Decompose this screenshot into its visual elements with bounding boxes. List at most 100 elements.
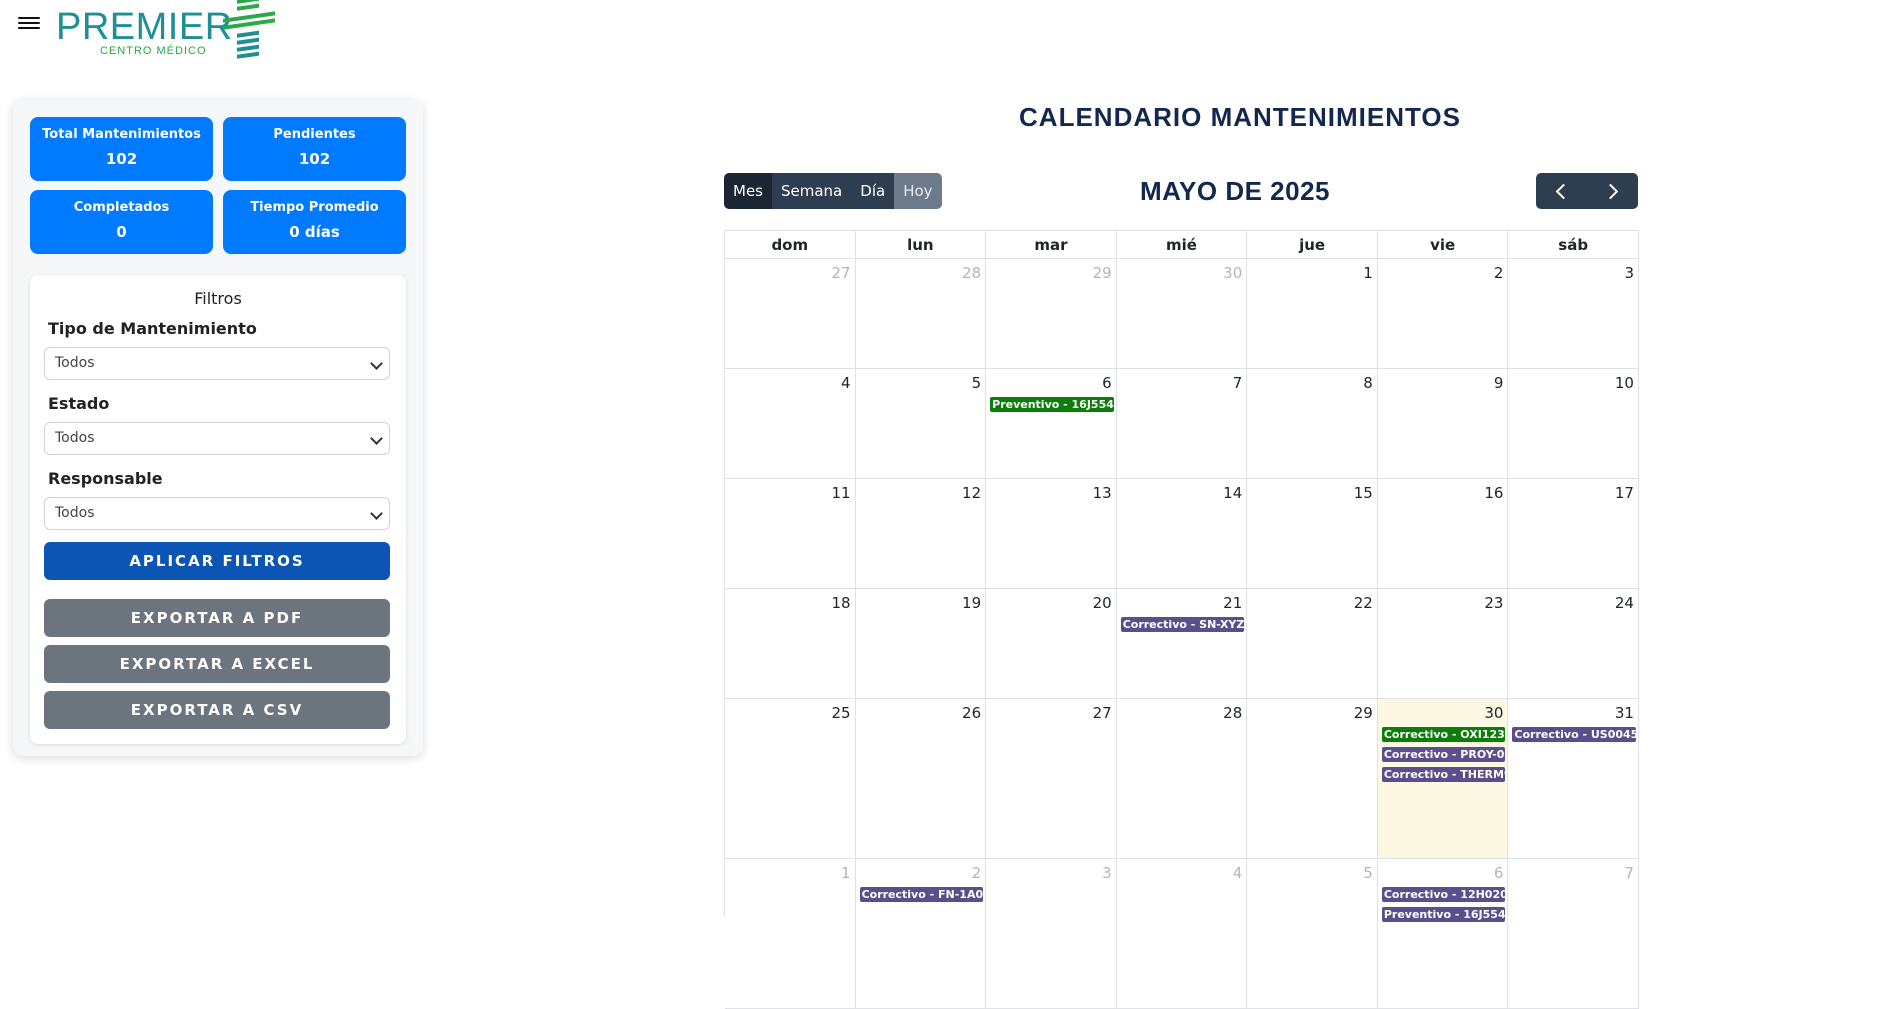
day-number[interactable]: 12 <box>962 484 981 502</box>
calendar-day[interactable]: 7 <box>1116 369 1248 479</box>
apply-filters-button[interactable]: APLICAR FILTROS <box>44 542 390 580</box>
day-number[interactable]: 24 <box>1615 594 1634 612</box>
day-number[interactable]: 26 <box>962 704 981 722</box>
calendar-day[interactable]: 24 <box>1508 589 1639 699</box>
day-number[interactable]: 30 <box>1484 704 1503 722</box>
calendar-day[interactable]: 17 <box>1508 479 1639 589</box>
day-number[interactable]: 29 <box>1093 264 1112 282</box>
view-day-button[interactable]: Día <box>851 173 895 209</box>
calendar-day[interactable]: 3 <box>1508 259 1639 369</box>
day-number[interactable]: 20 <box>1093 594 1112 612</box>
day-number[interactable]: 6 <box>1102 374 1112 392</box>
calendar-event[interactable]: Correctivo - 12H02022 <box>1381 887 1506 902</box>
calendar-day[interactable]: 20 <box>986 589 1117 699</box>
calendar-day[interactable]: 28 <box>1116 699 1248 859</box>
day-number[interactable]: 7 <box>1233 374 1243 392</box>
calendar-day[interactable]: 1 <box>1247 259 1378 369</box>
responsable-select[interactable]: Todos <box>44 497 390 530</box>
calendar-event[interactable]: Correctivo - OXI123456 <box>1381 727 1506 742</box>
calendar-day[interactable]: 26 <box>855 699 987 859</box>
export-pdf-button[interactable]: EXPORTAR A PDF <box>44 599 390 637</box>
calendar-day[interactable]: 15 <box>1247 479 1378 589</box>
calendar-day[interactable]: 28 <box>855 259 987 369</box>
day-number[interactable]: 4 <box>841 374 851 392</box>
export-csv-button[interactable]: EXPORTAR A CSV <box>44 691 390 729</box>
tipo-mantenimiento-select[interactable]: Todos <box>44 347 390 380</box>
day-number[interactable]: 5 <box>1363 864 1373 882</box>
calendar-day[interactable]: 6 Preventivo - 16J554944 <box>986 369 1117 479</box>
export-excel-button[interactable]: EXPORTAR A EXCEL <box>44 645 390 683</box>
calendar-day[interactable]: 1 <box>725 859 856 1009</box>
day-number[interactable]: 4 <box>1233 864 1243 882</box>
calendar-day[interactable]: 8 <box>1247 369 1378 479</box>
calendar-day[interactable]: 5 <box>1247 859 1378 1009</box>
calendar-day[interactable]: 7 <box>1508 859 1639 1009</box>
calendar-day[interactable]: 16 <box>1377 479 1509 589</box>
view-month-button[interactable]: Mes <box>724 173 772 209</box>
day-number[interactable]: 19 <box>962 594 981 612</box>
day-number[interactable]: 3 <box>1624 264 1634 282</box>
day-number[interactable]: 28 <box>1223 704 1242 722</box>
calendar-day[interactable]: 31 Correctivo - US004537 <box>1508 699 1639 859</box>
day-number[interactable]: 9 <box>1494 374 1504 392</box>
day-number[interactable]: 8 <box>1363 374 1373 392</box>
calendar-day[interactable]: 22 <box>1247 589 1378 699</box>
day-number[interactable]: 18 <box>831 594 850 612</box>
calendar-day[interactable]: 27 <box>725 259 856 369</box>
day-number[interactable]: 30 <box>1223 264 1242 282</box>
day-number[interactable]: 22 <box>1354 594 1373 612</box>
estado-select[interactable]: Todos <box>44 422 390 455</box>
calendar-day[interactable]: 12 <box>855 479 987 589</box>
calendar-day[interactable]: 19 <box>855 589 987 699</box>
calendar-day[interactable]: 23 <box>1377 589 1509 699</box>
calendar-day[interactable]: 30 <box>1116 259 1248 369</box>
day-number[interactable]: 23 <box>1484 594 1503 612</box>
day-number[interactable]: 6 <box>1494 864 1504 882</box>
day-number[interactable]: 15 <box>1354 484 1373 502</box>
calendar-event[interactable]: Correctivo - FN-1A030 <box>859 887 984 902</box>
day-number[interactable]: 29 <box>1354 704 1373 722</box>
day-number[interactable]: 28 <box>962 264 981 282</box>
day-number[interactable]: 17 <box>1615 484 1634 502</box>
calendar-day-today[interactable]: 30 Correctivo - OXI123456 Correctivo - PRO… <box>1377 699 1509 859</box>
calendar-day[interactable]: 9 <box>1377 369 1509 479</box>
day-number[interactable]: 1 <box>841 864 851 882</box>
calendar-day[interactable]: 4 <box>1116 859 1248 1009</box>
calendar-day[interactable]: 11 <box>725 479 856 589</box>
day-number[interactable]: 10 <box>1615 374 1634 392</box>
day-number[interactable]: 31 <box>1615 704 1634 722</box>
calendar-event[interactable]: Correctivo - SN-XYZ-789 <box>1120 617 1245 632</box>
calendar-event[interactable]: Preventivo - 16J554944 <box>990 397 1114 412</box>
day-number[interactable]: 27 <box>831 264 850 282</box>
day-number[interactable]: 2 <box>1494 264 1504 282</box>
day-number[interactable]: 25 <box>831 704 850 722</box>
calendar-day[interactable]: 27 <box>986 699 1117 859</box>
day-number[interactable]: 3 <box>1102 864 1112 882</box>
calendar-day[interactable]: 18 <box>725 589 856 699</box>
calendar-day[interactable]: 29 <box>986 259 1117 369</box>
calendar-day[interactable]: 6Correctivo - 12H02022Preventivo - 16J55… <box>1377 859 1509 1009</box>
day-number[interactable]: 14 <box>1223 484 1242 502</box>
prev-month-button[interactable] <box>1536 173 1587 209</box>
calendar-event[interactable]: Correctivo - PROY-007 <box>1381 747 1506 762</box>
calendar-day[interactable]: 4 <box>725 369 856 479</box>
today-button[interactable]: Hoy <box>894 173 942 209</box>
calendar-event[interactable]: Correctivo - US004537 <box>1512 727 1636 742</box>
day-number[interactable]: 11 <box>831 484 850 502</box>
day-number[interactable]: 5 <box>972 374 982 392</box>
calendar-day[interactable]: 29 <box>1247 699 1378 859</box>
day-number[interactable]: 1 <box>1363 264 1373 282</box>
next-month-button[interactable] <box>1587 173 1638 209</box>
calendar-day[interactable]: 13 <box>986 479 1117 589</box>
day-number[interactable]: 7 <box>1624 864 1634 882</box>
day-number[interactable]: 13 <box>1093 484 1112 502</box>
calendar-day[interactable]: 14 <box>1116 479 1248 589</box>
day-number[interactable]: 16 <box>1484 484 1503 502</box>
calendar-day[interactable]: 2 Correctivo - FN-1A030 <box>855 859 987 1009</box>
day-number[interactable]: 21 <box>1223 594 1242 612</box>
day-number[interactable]: 2 <box>972 864 982 882</box>
calendar-event[interactable]: Correctivo - THERM987 <box>1381 767 1506 782</box>
calendar-day[interactable]: 2 <box>1377 259 1509 369</box>
calendar-day[interactable]: 3 <box>986 859 1117 1009</box>
hamburger-menu-icon[interactable] <box>18 14 40 32</box>
